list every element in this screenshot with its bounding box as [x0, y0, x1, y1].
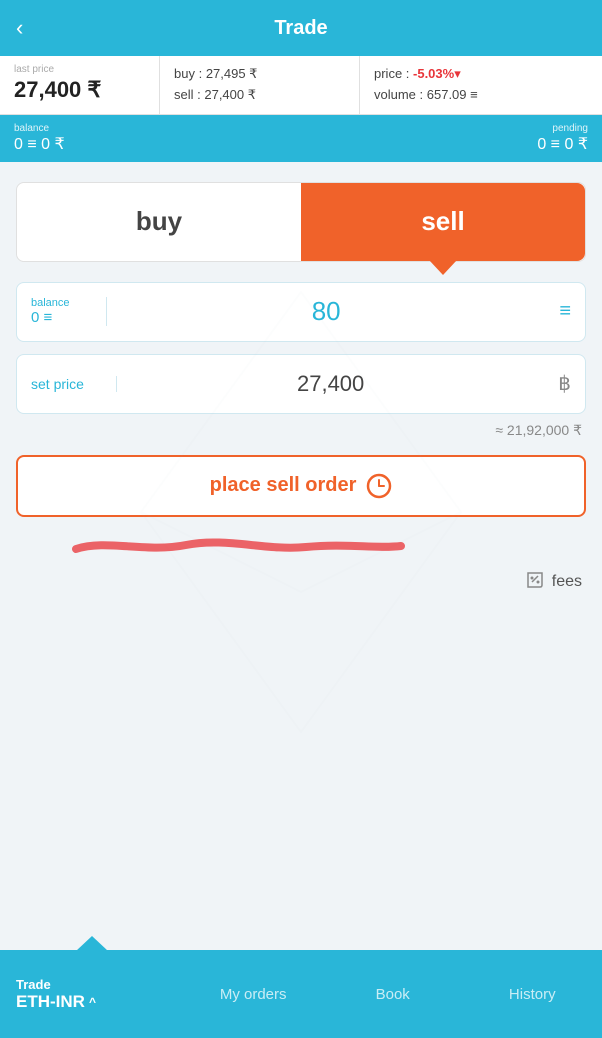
buy-sell-col: buy : 27,495 ₹ sell : 27,400 ₹: [160, 56, 360, 114]
volume-row: volume : 657.09 ≡: [374, 85, 588, 106]
header: ‹ Trade: [0, 0, 602, 56]
pending-right: pending 0 ≡ 0 ₹: [537, 123, 588, 154]
nav-item-my-orders[interactable]: My orders: [183, 950, 323, 1038]
sell-price-row: sell : 27,400 ₹: [174, 85, 345, 106]
place-sell-order-button[interactable]: place sell order: [16, 455, 586, 517]
currency-symbol: ฿: [544, 371, 585, 396]
balance-input-value: 0 ≡: [31, 309, 92, 326]
nav-triangle: [76, 936, 108, 951]
amount-input-row: balance 0 ≡ 80 ≡: [16, 282, 586, 342]
price-change-col: price : -5.03%▾ volume : 657.09 ≡: [360, 56, 602, 114]
last-price-label: last price: [14, 64, 145, 75]
set-price-label: set price: [17, 376, 117, 392]
sell-tab-label: sell: [421, 206, 464, 237]
buy-price: 27,495 ₹: [206, 66, 258, 81]
buy-price-row: buy : 27,495 ₹: [174, 64, 345, 85]
price-change-value: -5.03%: [413, 66, 454, 81]
nav-history-label: History: [509, 986, 556, 1003]
buy-tab[interactable]: buy: [17, 183, 301, 261]
price-change-arrow: ▾: [454, 66, 461, 81]
clock-icon: [366, 473, 392, 499]
caret-icon: ^: [89, 995, 96, 1009]
balance-label: balance: [14, 123, 65, 134]
main-content: buy sell balance 0 ≡ 80 ≡ set price 27,4…: [0, 162, 602, 862]
nav-my-orders-label: My orders: [220, 986, 287, 1003]
pending-value: 0 ≡ 0 ₹: [537, 134, 588, 154]
volume-icon: ≡: [467, 87, 478, 102]
balance-value: 0 ≡ 0 ₹: [14, 134, 65, 154]
set-price-row: set price 27,400 ฿: [16, 354, 586, 414]
bottom-nav: Trade ETH-INR ^ My orders Book History: [0, 950, 602, 1038]
volume-value: 657.09: [427, 87, 467, 102]
nav-item-history[interactable]: History: [462, 950, 602, 1038]
balance-input-label-text: balance: [31, 297, 92, 309]
fees-row[interactable]: fees: [16, 569, 586, 596]
balance-bar: balance 0 ≡ 0 ₹ pending 0 ≡ 0 ₹: [0, 115, 602, 162]
scribble-decoration: [16, 531, 586, 561]
sell-price: 27,400 ₹: [204, 87, 256, 102]
price-bar: last price 27,400 ₹ buy : 27,495 ₹ sell …: [0, 56, 602, 115]
place-order-label: place sell order: [210, 474, 357, 497]
set-price-value[interactable]: 27,400: [117, 371, 544, 397]
buy-tab-label: buy: [136, 206, 182, 237]
balance-left: balance 0 ≡ 0 ₹: [14, 123, 65, 154]
nav-trade-label: Trade: [16, 977, 51, 992]
header-title: Trade: [274, 17, 327, 40]
buy-sell-toggle: buy sell: [16, 182, 586, 262]
nav-book-label: Book: [376, 986, 410, 1003]
sell-label: sell: [174, 87, 194, 102]
fees-label: fees: [552, 573, 582, 591]
price-change-row: price : -5.03%▾: [374, 64, 588, 85]
nav-pair-label: ETH-INR ^: [16, 992, 96, 1012]
sell-tab[interactable]: sell: [301, 183, 585, 261]
approx-value: ≈ 21,92,000 ₹: [16, 422, 586, 439]
back-button[interactable]: ‹: [16, 15, 23, 41]
amount-value[interactable]: 80: [107, 296, 545, 327]
amount-menu-icon[interactable]: ≡: [545, 300, 585, 323]
buy-label: buy: [174, 66, 195, 81]
pending-label: pending: [537, 123, 588, 134]
nav-item-trade[interactable]: Trade ETH-INR ^: [0, 950, 183, 1038]
nav-item-book[interactable]: Book: [323, 950, 463, 1038]
last-price-value: 27,400 ₹: [14, 77, 145, 103]
fees-icon: [524, 569, 546, 596]
balance-input-label: balance 0 ≡: [17, 297, 107, 326]
last-price-col: last price 27,400 ₹: [0, 56, 160, 114]
